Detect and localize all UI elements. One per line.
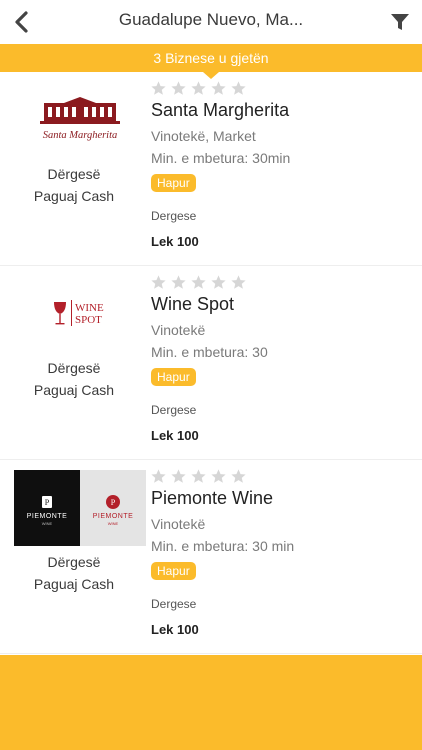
star-empty-icon xyxy=(151,81,166,95)
star-empty-icon xyxy=(191,275,206,289)
business-category: Vinotekë, Market xyxy=(151,128,256,144)
delivery-price: Lek 100 xyxy=(151,428,199,443)
business-card-left: P PIEMONTE WINE P PIEMONTE WINE Dërgesë … xyxy=(0,460,148,654)
star-empty-icon xyxy=(231,81,246,95)
business-name: Wine Spot xyxy=(151,294,235,314)
svg-text:P: P xyxy=(45,498,50,507)
star-empty-icon xyxy=(171,81,186,95)
delivery-label: Dërgesë xyxy=(47,360,101,376)
business-logo: P PIEMONTE WINE P PIEMONTE WINE xyxy=(14,470,146,546)
payment-label: Paguaj Cash xyxy=(33,382,115,398)
delivery-type: Dergese xyxy=(151,403,197,417)
business-list: Santa Margherita Dërgesë Paguaj Cash San… xyxy=(0,72,422,654)
business-card-left: WINE SPOT Dërgesë Paguaj Cash xyxy=(0,266,148,460)
star-empty-icon xyxy=(171,469,186,483)
business-category: Vinotekë xyxy=(151,322,206,338)
business-name: Piemonte Wine xyxy=(151,488,274,508)
business-card[interactable]: Santa Margherita Dërgesë Paguaj Cash San… xyxy=(0,72,422,266)
rating-stars xyxy=(150,80,247,97)
logo-text-top: WINE xyxy=(75,302,104,314)
business-card-info: Santa Margherita Vinotekë, Market Min. e… xyxy=(150,72,422,266)
status-badge: Hapur xyxy=(151,174,196,192)
delivery-price: Lek 100 xyxy=(151,622,199,637)
star-empty-icon xyxy=(231,275,246,289)
logo-text-bottom: SPOT xyxy=(75,314,102,326)
piemonte-logo: P PIEMONTE WINE P PIEMONTE WINE xyxy=(14,470,146,546)
min-order: Min. e mbetura: 30 xyxy=(151,344,268,360)
rating-stars xyxy=(150,274,247,291)
empty-list-area xyxy=(0,655,422,750)
star-empty-icon xyxy=(211,81,226,95)
chevron-left-icon xyxy=(15,11,28,33)
star-empty-icon xyxy=(151,469,166,483)
delivery-type: Dergese xyxy=(151,209,197,223)
delivery-price: Lek 100 xyxy=(151,234,199,249)
logo-sub-light: WINE xyxy=(108,521,119,526)
business-logo: Santa Margherita xyxy=(14,82,146,158)
star-empty-icon xyxy=(171,275,186,289)
logo-text: Santa Margherita xyxy=(43,130,118,141)
business-card-info: Piemonte Wine Vinotekë Min. e mbetura: 3… xyxy=(150,460,422,654)
delivery-type: Dergese xyxy=(151,597,197,611)
payment-label: Paguaj Cash xyxy=(33,576,115,592)
business-card[interactable]: P PIEMONTE WINE P PIEMONTE WINE Dërgesë … xyxy=(0,460,422,654)
status-badge: Hapur xyxy=(151,562,196,580)
star-empty-icon xyxy=(191,469,206,483)
logo-text-light: PIEMONTE xyxy=(93,513,134,520)
logo-text-dark: PIEMONTE xyxy=(27,513,68,520)
delivery-label: Dërgesë xyxy=(47,166,101,182)
min-order: Min. e mbetura: 30min xyxy=(151,150,291,166)
back-button[interactable] xyxy=(6,6,38,38)
wine-spot-logo: WINE SPOT xyxy=(54,300,104,326)
payment-label: Paguaj Cash xyxy=(33,188,115,204)
business-name: Santa Margherita xyxy=(151,100,290,120)
star-empty-icon xyxy=(151,275,166,289)
star-empty-icon xyxy=(211,469,226,483)
santa-margherita-logo: Santa Margherita xyxy=(40,97,120,141)
business-category: Vinotekë xyxy=(151,516,206,532)
delivery-label: Dërgesë xyxy=(47,554,101,570)
svg-text:P: P xyxy=(111,498,116,507)
top-bar: Guadalupe Nuevo, Ma... xyxy=(0,0,422,44)
star-empty-icon xyxy=(211,275,226,289)
logo-sub-dark: WINE xyxy=(42,521,53,526)
min-order: Min. e mbetura: 30 min xyxy=(151,538,295,554)
business-card[interactable]: WINE SPOT Dërgesë Paguaj Cash Wine Spot … xyxy=(0,266,422,460)
filter-funnel-icon xyxy=(391,14,409,30)
page-title: Guadalupe Nuevo, Ma... xyxy=(118,10,304,29)
star-empty-icon xyxy=(191,81,206,95)
results-count-bar: 3 Biznese u gjetën xyxy=(0,44,422,72)
rating-stars xyxy=(150,468,247,485)
business-card-info: Wine Spot Vinotekë Min. e mbetura: 30 Ha… xyxy=(150,266,422,460)
business-card-left: Santa Margherita Dërgesë Paguaj Cash xyxy=(0,72,148,266)
status-badge: Hapur xyxy=(151,368,196,386)
filter-button[interactable] xyxy=(386,8,414,36)
business-logo: WINE SPOT xyxy=(14,276,146,352)
star-empty-icon xyxy=(231,469,246,483)
